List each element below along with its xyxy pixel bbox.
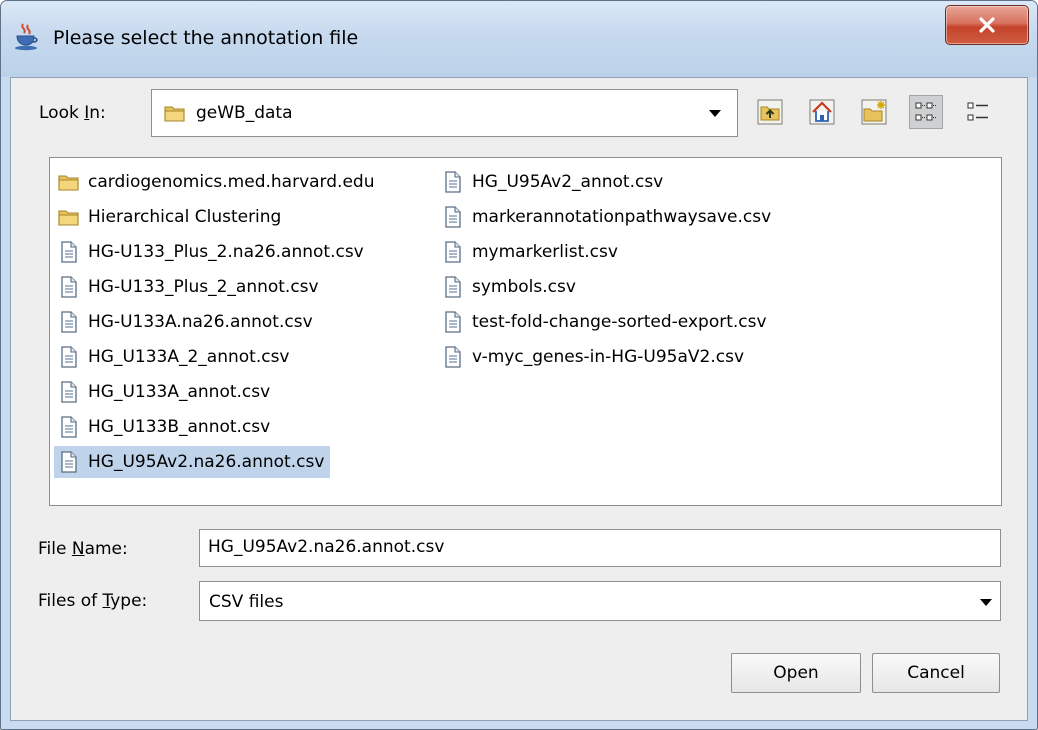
file-list[interactable]: cardiogenomics.med.harvard.edu Hierarchi… [49, 157, 1002, 506]
file-icon [58, 416, 80, 438]
new-folder-button[interactable] [857, 95, 891, 129]
list-item-label: HG-U133_Plus_2_annot.csv [88, 277, 319, 297]
folder-icon [164, 102, 186, 124]
list-item-label: symbols.csv [472, 277, 576, 297]
file-type-label: Files of Type: [38, 591, 148, 611]
file-icon [58, 346, 80, 368]
list-item-label: v-myc_genes-in-HG-U95aV2.csv [472, 347, 745, 367]
home-button[interactable] [805, 95, 839, 129]
cancel-button[interactable]: Cancel [872, 653, 1000, 693]
title-bar[interactable]: Please select the annotation file [1, 1, 1037, 77]
folder-icon [58, 206, 80, 228]
list-item-folder[interactable]: Hierarchical Clustering [54, 201, 287, 233]
chevron-down-icon[interactable] [980, 599, 992, 606]
dialog-title: Please select the annotation file [53, 27, 359, 49]
list-item-label: test-fold-change-sorted-export.csv [472, 312, 767, 332]
new-folder-icon [861, 99, 887, 125]
list-item-file-selected[interactable]: HG_U95Av2.na26.annot.csv [54, 446, 331, 478]
list-item-label: markerannotationpathwaysave.csv [472, 207, 772, 227]
details-view-button[interactable] [961, 95, 995, 129]
file-type-combo[interactable]: CSV files [199, 581, 1001, 621]
file-name-label: File Name: [38, 539, 128, 559]
up-one-level-button[interactable] [753, 95, 787, 129]
file-icon [58, 276, 80, 298]
look-in-value: geWB_data [196, 103, 293, 123]
list-item-label: HG_U133A_annot.csv [88, 382, 271, 402]
list-item-file[interactable]: HG-U133_Plus_2.na26.annot.csv [54, 236, 370, 268]
list-item-file[interactable]: markerannotationpathwaysave.csv [438, 201, 777, 233]
list-item-label: HG-U133_Plus_2.na26.annot.csv [88, 242, 364, 262]
list-item-file[interactable]: HG_U95Av2_annot.csv [438, 166, 669, 198]
list-item-file[interactable]: HG_U133A_2_annot.csv [54, 341, 296, 373]
file-icon [58, 241, 80, 263]
file-name-field[interactable] [199, 529, 1001, 567]
file-icon [442, 311, 464, 333]
list-item-folder[interactable]: cardiogenomics.med.harvard.edu [54, 166, 380, 198]
list-item-file[interactable]: v-myc_genes-in-HG-U95aV2.csv [438, 341, 750, 373]
close-icon [979, 17, 995, 33]
home-icon [809, 99, 835, 125]
list-item-label: HG-U133A.na26.annot.csv [88, 312, 313, 332]
list-item-file[interactable]: symbols.csv [438, 271, 582, 303]
folder-up-icon [757, 99, 783, 125]
list-view-button[interactable] [909, 95, 943, 129]
look-in-label: Look In: [39, 103, 106, 123]
file-icon [442, 276, 464, 298]
list-item-file[interactable]: test-fold-change-sorted-export.csv [438, 306, 773, 338]
details-view-icon [967, 102, 988, 121]
look-in-combo[interactable]: geWB_data [151, 89, 738, 137]
file-icon [58, 311, 80, 333]
file-icon [442, 346, 464, 368]
list-item-file[interactable]: HG-U133A.na26.annot.csv [54, 306, 319, 338]
file-icon [442, 241, 464, 263]
file-icon [442, 206, 464, 228]
chevron-down-icon[interactable] [709, 110, 721, 117]
list-item-label: HG_U133A_2_annot.csv [88, 347, 290, 367]
list-item-label: HG_U133B_annot.csv [88, 417, 271, 437]
list-item-label: HG_U95Av2_annot.csv [472, 172, 664, 192]
folder-icon [58, 171, 80, 193]
list-item-label: mymarkerlist.csv [472, 242, 618, 262]
list-item-file[interactable]: mymarkerlist.csv [438, 236, 624, 268]
list-view-icon [915, 102, 936, 121]
open-button[interactable]: Open [731, 653, 861, 693]
file-icon [442, 171, 464, 193]
list-item-label: HG_U95Av2.na26.annot.csv [88, 452, 325, 472]
file-chooser-dialog: Please select the annotation file Look I… [0, 0, 1038, 730]
list-item-file[interactable]: HG-U133_Plus_2_annot.csv [54, 271, 325, 303]
list-item-file[interactable]: HG_U133A_annot.csv [54, 376, 276, 408]
list-item-file[interactable]: HG_U133B_annot.csv [54, 411, 276, 443]
list-item-label: cardiogenomics.med.harvard.edu [88, 172, 375, 192]
file-type-value: CSV files [209, 592, 284, 612]
file-icon [58, 451, 80, 473]
file-name-input[interactable] [208, 537, 988, 557]
list-item-label: Hierarchical Clustering [88, 207, 282, 227]
file-icon [58, 381, 80, 403]
java-coffee-icon [15, 23, 38, 51]
close-button[interactable] [945, 5, 1029, 45]
